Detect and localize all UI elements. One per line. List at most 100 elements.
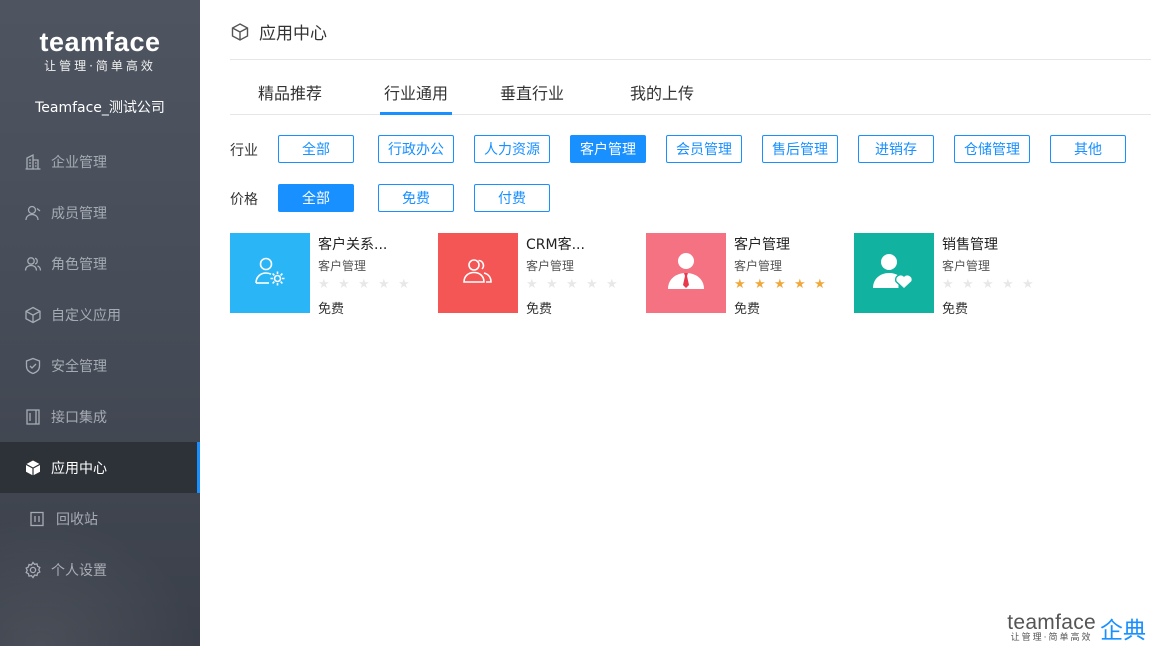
sidebar-item-label: 个人设置	[51, 562, 107, 579]
tab-bar: 精品推荐 行业通用 垂直行业 我的上传	[230, 70, 1151, 115]
industry-chip-inventory[interactable]: 进销存	[858, 135, 934, 163]
app-price: 免费	[526, 302, 553, 317]
person-icon	[24, 204, 42, 222]
star-icon: ★	[1022, 277, 1034, 292]
app-price: 免费	[734, 302, 761, 317]
app-name: 客户关系...	[318, 237, 388, 253]
tab-vertical-industry[interactable]: 垂直行业	[500, 70, 564, 114]
sidebar-item-personal-settings[interactable]: 个人设置	[0, 544, 200, 595]
industry-chip-hr[interactable]: 人力资源	[474, 135, 550, 163]
title-divider	[230, 59, 1151, 60]
star-icon: ★	[942, 277, 954, 292]
price-chip-all[interactable]: 全部	[278, 184, 354, 212]
sidebar-item-label: 企业管理	[51, 154, 107, 171]
trash-icon	[28, 510, 46, 528]
cube-icon	[230, 22, 250, 42]
sidebar-item-roles[interactable]: 角色管理	[0, 238, 200, 289]
app-thumbnail	[646, 233, 726, 313]
star-icon: ★	[586, 277, 598, 292]
industry-chip-admin[interactable]: 行政办公	[378, 135, 454, 163]
app-price: 免费	[942, 302, 969, 317]
app-root: teamface 让管理·简单高效 Teamface_测试公司 企业管理 成员管…	[0, 0, 1151, 646]
app-card[interactable]: CRM客... 客户管理 ★ ★ ★ ★ ★ 免费	[438, 233, 638, 317]
industry-chip-other[interactable]: 其他	[1050, 135, 1126, 163]
cube-icon	[24, 306, 42, 324]
sidebar-item-label: 应用中心	[51, 460, 107, 477]
tab-my-uploads[interactable]: 我的上传	[630, 70, 694, 114]
star-icon: ★	[962, 277, 974, 292]
sidebar-item-label: 角色管理	[51, 256, 107, 273]
app-card[interactable]: 客户管理 客户管理 ★ ★ ★ ★ ★ 免费	[646, 233, 846, 317]
star-icon: ★	[338, 277, 350, 292]
star-icon: ★	[814, 277, 826, 292]
sidebar-item-members[interactable]: 成员管理	[0, 187, 200, 238]
sidebar-nav: 企业管理 成员管理 角色管理 自定义应用 安全管理 接口集成 应用中心 回收站 …	[0, 136, 200, 595]
group-icon	[460, 256, 496, 290]
company-name: Teamface_测试公司	[35, 100, 165, 116]
cube-icon	[24, 459, 42, 477]
industry-chip-all[interactable]: 全部	[278, 135, 354, 163]
businessman-icon	[664, 249, 708, 297]
logo-slogan: 让管理·简单高效	[44, 59, 156, 73]
tab-featured[interactable]: 精品推荐	[258, 70, 322, 114]
star-icon: ★	[606, 277, 618, 292]
star-icon: ★	[982, 277, 994, 292]
gear-icon	[24, 560, 42, 579]
sidebar-item-security[interactable]: 安全管理	[0, 340, 200, 391]
brand-wordmark: teamface	[1007, 611, 1096, 634]
app-card[interactable]: 销售管理 客户管理 ★ ★ ★ ★ ★ 免费	[854, 233, 1054, 317]
rating-stars: ★ ★ ★ ★ ★	[318, 278, 418, 292]
star-icon: ★	[378, 277, 390, 292]
app-category: 客户管理	[526, 259, 575, 273]
star-icon: ★	[794, 277, 806, 292]
app-category: 客户管理	[318, 259, 367, 273]
main-content: 应用中心 精品推荐 行业通用 垂直行业 我的上传 行业 全部 行政办公 人力资源…	[200, 0, 1151, 646]
people-icon	[24, 255, 42, 273]
price-filter-label: 价格	[230, 192, 258, 208]
industry-chip-after-sales[interactable]: 售后管理	[762, 135, 838, 163]
star-icon: ★	[526, 277, 538, 292]
app-name: CRM客...	[526, 237, 585, 253]
industry-chip-warehouse[interactable]: 仓储管理	[954, 135, 1030, 163]
star-icon: ★	[754, 277, 766, 292]
star-icon: ★	[774, 277, 786, 292]
star-icon: ★	[734, 277, 746, 292]
app-category: 客户管理	[734, 259, 783, 273]
sidebar-item-recycle-bin[interactable]: 回收站	[0, 493, 200, 544]
sidebar-item-custom-apps[interactable]: 自定义应用	[0, 289, 200, 340]
interface-icon	[24, 408, 42, 426]
price-chip-paid[interactable]: 付费	[474, 184, 550, 212]
industry-filter-label: 行业	[230, 143, 258, 159]
sidebar-item-label: 回收站	[56, 511, 98, 528]
tab-general-industry[interactable]: 行业通用	[380, 70, 452, 115]
sidebar-item-label: 安全管理	[51, 358, 107, 375]
sidebar: teamface 让管理·简单高效 Teamface_测试公司 企业管理 成员管…	[0, 0, 200, 646]
user-heart-icon	[871, 251, 917, 295]
sidebar-item-enterprise[interactable]: 企业管理	[0, 136, 200, 187]
app-thumbnail	[230, 233, 310, 313]
price-chip-free[interactable]: 免费	[378, 184, 454, 212]
star-icon: ★	[546, 277, 558, 292]
brand-wordmark-block: teamface 让管理·简单高效	[1007, 611, 1096, 644]
rating-stars: ★ ★ ★ ★ ★	[734, 278, 834, 292]
logo: teamface 让管理·简单高效	[0, 28, 200, 74]
brand-cn-name: 企典	[1100, 618, 1146, 644]
shield-icon	[24, 357, 42, 375]
app-category: 客户管理	[942, 259, 991, 273]
star-icon: ★	[398, 277, 410, 292]
app-thumbnail	[854, 233, 934, 313]
sidebar-item-app-center[interactable]: 应用中心	[0, 442, 200, 493]
brand-slogan: 让管理·简单高效	[1010, 633, 1093, 643]
star-icon: ★	[566, 277, 578, 292]
star-icon: ★	[318, 277, 330, 292]
industry-chip-member[interactable]: 会员管理	[666, 135, 742, 163]
app-name: 销售管理	[942, 237, 998, 253]
app-card[interactable]: 客户关系... 客户管理 ★ ★ ★ ★ ★ 免费	[230, 233, 430, 317]
sidebar-item-integration[interactable]: 接口集成	[0, 391, 200, 442]
page-title: 应用中心	[230, 19, 327, 44]
rating-stars: ★ ★ ★ ★ ★	[942, 278, 1042, 292]
rating-stars: ★ ★ ★ ★ ★	[526, 278, 626, 292]
app-price: 免费	[318, 302, 345, 317]
industry-chip-customer[interactable]: 客户管理	[570, 135, 646, 163]
logo-wordmark: teamface	[39, 27, 161, 57]
